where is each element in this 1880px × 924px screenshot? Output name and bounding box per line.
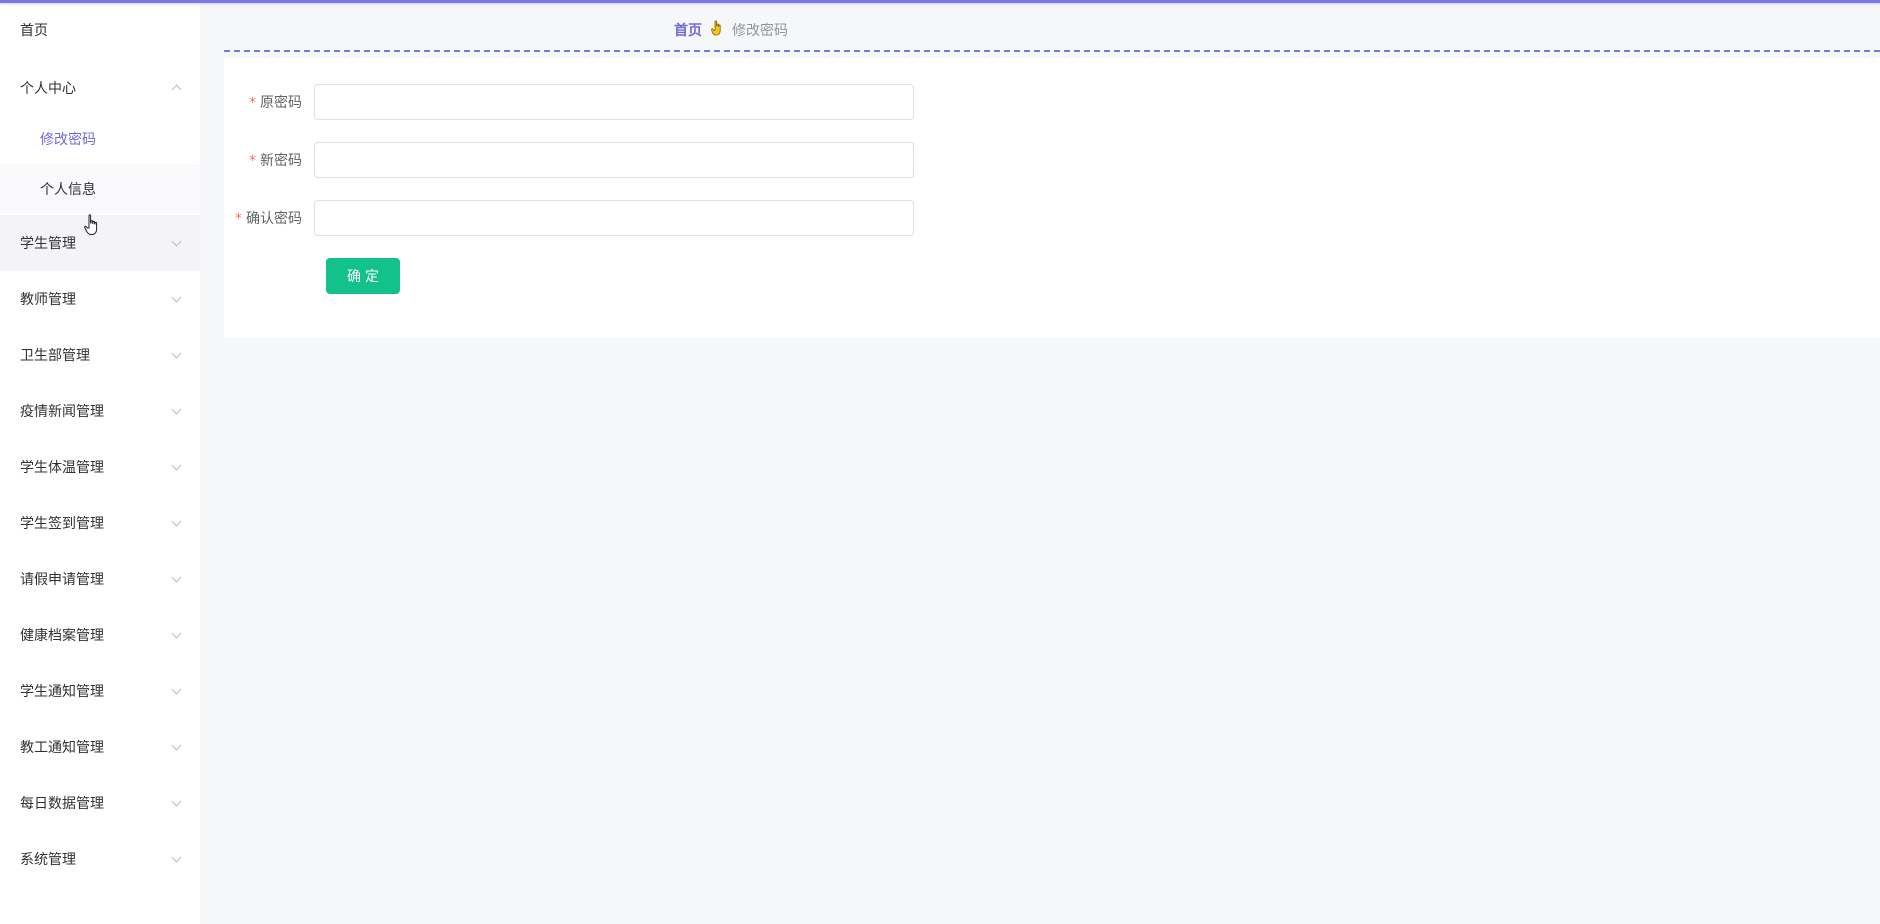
sidebar-item-checkin-management[interactable]: 学生签到管理	[0, 495, 200, 551]
sidebar-item-daily-data-management[interactable]: 每日数据管理	[0, 775, 200, 831]
sidebar-item-leave-request-management[interactable]: 请假申请管理	[0, 551, 200, 607]
form-row-new-password: * 新密码	[224, 142, 914, 178]
chevron-down-icon	[171, 852, 182, 863]
new-password-label: * 新密码	[224, 150, 314, 170]
chevron-down-icon	[171, 572, 182, 583]
sidebar-subitem-label: 修改密码	[40, 132, 96, 148]
confirm-button[interactable]: 确定	[326, 258, 400, 294]
sidebar-item-label: 系统管理	[20, 852, 76, 868]
chevron-down-icon	[171, 516, 182, 527]
sidebar-item-label: 学生签到管理	[20, 516, 104, 532]
sidebar-item-teacher-management[interactable]: 教师管理	[0, 271, 200, 327]
required-mark: *	[249, 95, 256, 111]
sidebar-subitem-label: 个人信息	[40, 182, 96, 198]
breadcrumb-current: 修改密码	[732, 23, 788, 39]
sidebar-item-temperature-management[interactable]: 学生体温管理	[0, 439, 200, 495]
form-row-old-password: * 原密码	[224, 84, 914, 120]
top-accent-bar	[0, 0, 1880, 3]
sidebar-item-label: 每日数据管理	[20, 796, 104, 812]
new-password-label-text: 新密码	[260, 153, 302, 169]
sidebar-item-label: 疫情新闻管理	[20, 404, 104, 420]
breadcrumb-home-link[interactable]: 首页	[674, 20, 702, 40]
sidebar-item-label: 首页	[20, 23, 48, 39]
chevron-down-icon	[171, 796, 182, 807]
sidebar-subitem-change-password[interactable]: 修改密码	[0, 114, 200, 164]
chevron-down-icon	[171, 348, 182, 359]
old-password-input[interactable]	[314, 84, 914, 120]
sidebar-item-health-dept-management[interactable]: 卫生部管理	[0, 327, 200, 383]
sidebar-item-label: 教师管理	[20, 292, 76, 308]
hand-pointing-icon	[710, 20, 724, 40]
form-row-confirm-password: * 确认密码	[224, 200, 914, 236]
sidebar-item-label: 学生体温管理	[20, 460, 104, 476]
sidebar-item-student-notice-management[interactable]: 学生通知管理	[0, 663, 200, 719]
sidebar-item-staff-notice-management[interactable]: 教工通知管理	[0, 719, 200, 775]
header-divider	[224, 50, 1880, 52]
sidebar-item-label: 请假申请管理	[20, 572, 104, 588]
breadcrumb: 首页 修改密码	[674, 20, 788, 40]
new-password-input[interactable]	[314, 142, 914, 178]
sidebar-item-home[interactable]: 首页	[0, 2, 200, 58]
chevron-up-icon	[171, 84, 182, 95]
chevron-down-icon	[171, 236, 182, 247]
confirm-password-label-text: 确认密码	[246, 211, 302, 227]
sidebar-item-student-management[interactable]: 学生管理	[0, 215, 200, 271]
sidebar-item-label: 卫生部管理	[20, 348, 90, 364]
sidebar-item-system-management[interactable]: 系统管理	[0, 831, 200, 887]
sidebar-item-label: 学生管理	[20, 236, 76, 252]
required-mark: *	[249, 153, 256, 169]
sidebar-subitem-personal-info[interactable]: 个人信息	[0, 164, 200, 214]
chevron-down-icon	[171, 628, 182, 639]
chevron-down-icon	[171, 460, 182, 471]
hand-cursor-icon	[84, 214, 98, 235]
sidebar-item-personal-center[interactable]: 个人中心	[0, 60, 200, 116]
sidebar-item-epidemic-news-management[interactable]: 疫情新闻管理	[0, 383, 200, 439]
main-content: 首页 修改密码 * 原密码 * 新密码 * 确认密码 确定	[200, 0, 1880, 924]
required-mark: *	[235, 211, 242, 227]
confirm-password-input[interactable]	[314, 200, 914, 236]
chevron-down-icon	[171, 404, 182, 415]
confirm-password-label: * 确认密码	[224, 208, 314, 228]
old-password-label-text: 原密码	[260, 95, 302, 111]
change-password-form-card: * 原密码 * 新密码 * 确认密码 确定	[224, 58, 1880, 338]
sidebar-item-health-record-management[interactable]: 健康档案管理	[0, 607, 200, 663]
sidebar-item-label: 教工通知管理	[20, 740, 104, 756]
sidebar: 首页 个人中心 修改密码 个人信息 学生管理 教师管理 卫生部管理 疫情新闻管理…	[0, 0, 200, 924]
sidebar-item-label: 健康档案管理	[20, 628, 104, 644]
sidebar-item-label: 个人中心	[20, 81, 76, 97]
sidebar-item-label: 学生通知管理	[20, 684, 104, 700]
chevron-down-icon	[171, 740, 182, 751]
chevron-down-icon	[171, 684, 182, 695]
old-password-label: * 原密码	[224, 92, 314, 112]
chevron-down-icon	[171, 292, 182, 303]
